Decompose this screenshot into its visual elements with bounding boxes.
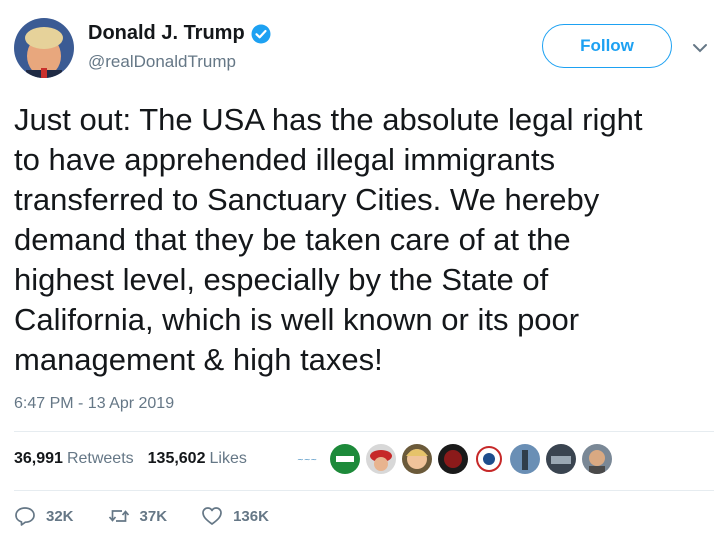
likes-count[interactable]: 135,602	[148, 450, 206, 468]
liker-avatars: ~~~	[294, 444, 618, 474]
chevron-down-icon[interactable]	[690, 38, 710, 58]
tweet-actions: 32K 37K 136K	[14, 505, 303, 527]
liker-avatar[interactable]	[366, 444, 396, 474]
retweets-label[interactable]: Retweets	[67, 450, 134, 468]
tweet-text: Just out: The USA has the absolute legal…	[14, 102, 643, 377]
liker-avatar[interactable]	[438, 444, 468, 474]
tweet-header: Donald J. Trump @realDonaldTrump Follow	[14, 18, 714, 80]
retweet-button[interactable]: 37K	[108, 505, 168, 527]
display-name[interactable]: Donald J. Trump	[88, 22, 245, 45]
reply-icon	[15, 507, 35, 526]
liker-avatar[interactable]: ~~~	[294, 444, 324, 474]
liker-avatar[interactable]	[330, 444, 360, 474]
user-avatar[interactable]	[14, 18, 74, 78]
divider	[14, 431, 714, 432]
like-count: 136K	[233, 507, 269, 525]
liker-avatar[interactable]	[582, 444, 612, 474]
likes-label[interactable]: Likes	[209, 450, 246, 468]
tweet-timestamp[interactable]: 6:47 PM - 13 Apr 2019	[14, 395, 174, 413]
divider	[14, 490, 714, 491]
user-handle[interactable]: @realDonaldTrump	[88, 52, 236, 72]
tweet-stats: 36,991 Retweets 135,602 Likes	[14, 450, 247, 468]
retweet-count: 37K	[139, 507, 168, 525]
heart-icon	[202, 507, 222, 525]
like-button[interactable]: 136K	[201, 505, 269, 527]
follow-button[interactable]: Follow	[542, 24, 672, 68]
retweet-icon	[108, 510, 129, 522]
liker-avatar[interactable]	[510, 444, 540, 474]
liker-avatar[interactable]	[546, 444, 576, 474]
reply-button[interactable]: 32K	[14, 505, 74, 527]
reply-count: 32K	[46, 507, 74, 525]
verified-badge-icon	[251, 24, 271, 44]
svg-text:~~~: ~~~	[297, 455, 317, 464]
retweets-count[interactable]: 36,991	[14, 450, 63, 468]
liker-avatar[interactable]	[402, 444, 432, 474]
liker-avatar[interactable]	[474, 444, 504, 474]
name-row: Donald J. Trump	[88, 22, 271, 45]
